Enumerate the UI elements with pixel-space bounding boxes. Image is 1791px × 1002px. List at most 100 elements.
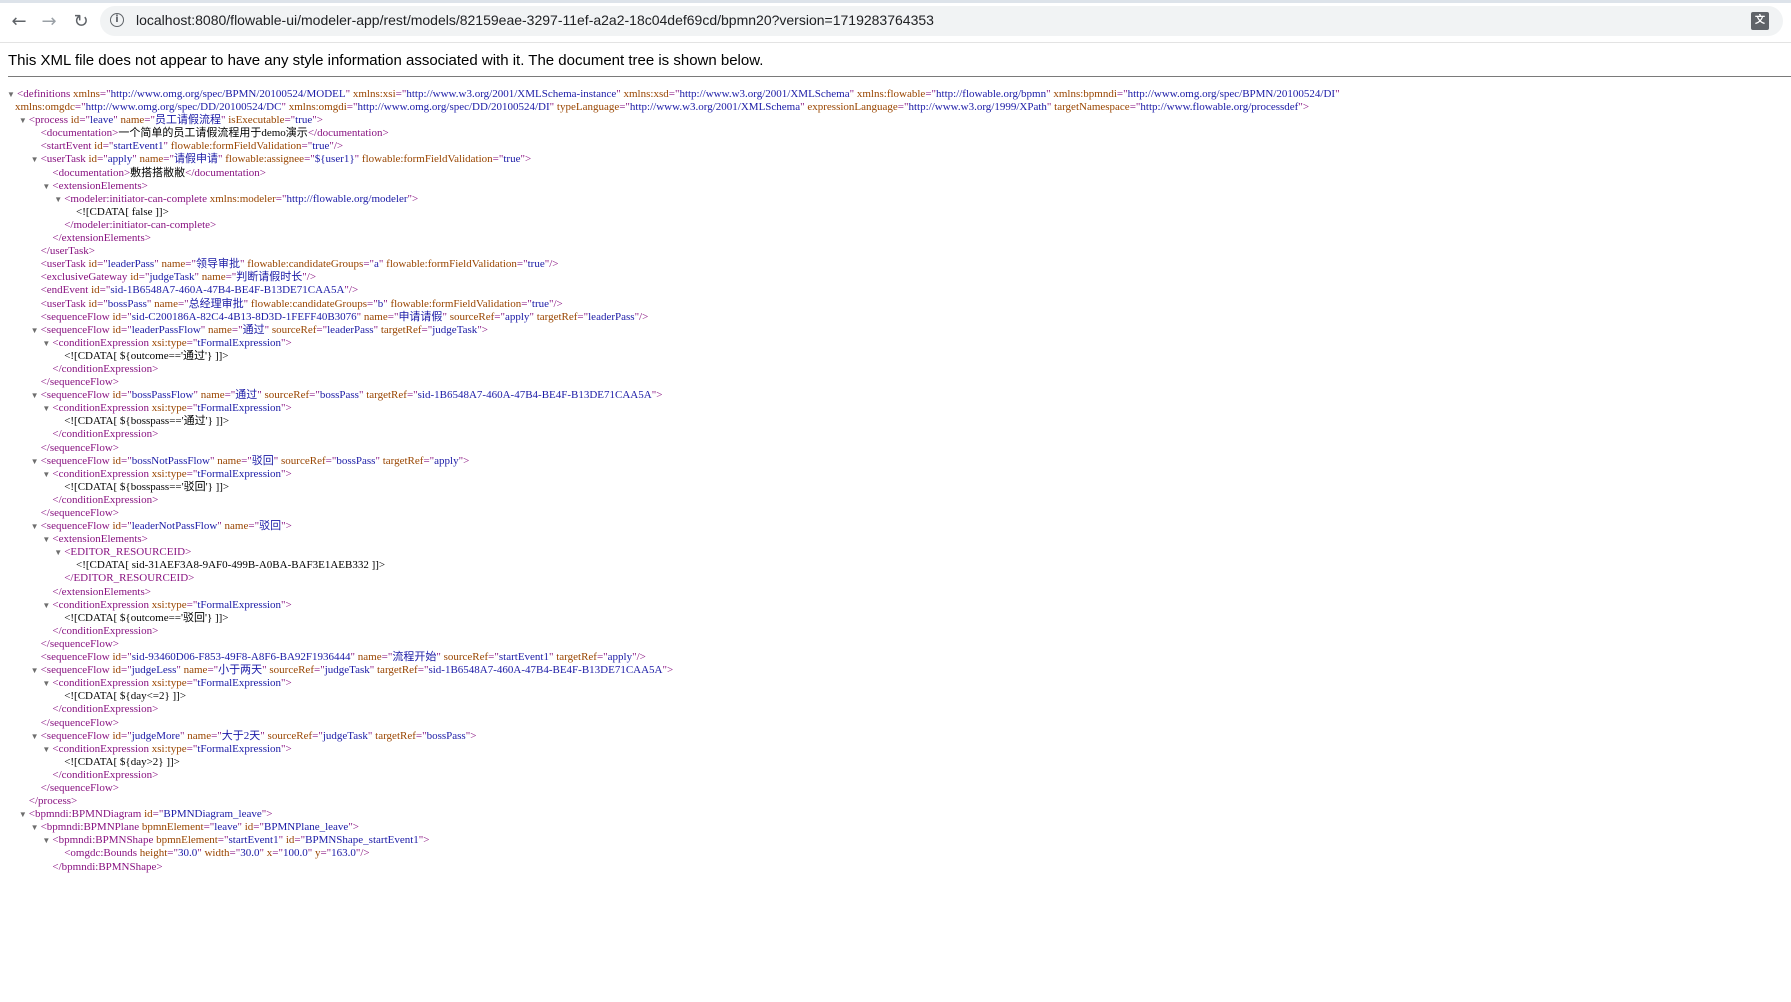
collapse-toggle-icon[interactable]: ▼ [42, 402, 50, 415]
collapse-toggle-icon[interactable]: ▼ [54, 546, 62, 559]
xml-attr-val: http://flowable.org/modeler [286, 192, 408, 205]
xml-line-content: </extensionElements> [52, 232, 151, 245]
xml-attr-val: leaderNotPassFlow [131, 520, 218, 533]
xml-line-content: </conditionExpression> [52, 428, 158, 441]
xml-attr-name: id [94, 140, 103, 153]
xml-tag: <omgdc:Bounds [64, 847, 140, 860]
collapse-toggle-icon[interactable]: ▼ [42, 337, 50, 350]
xml-tag: =" [203, 821, 215, 834]
xml-attr-val: BPMNShape_startEvent1 [305, 834, 419, 847]
xml-attr-val: startEvent1 [113, 140, 164, 153]
xml-tag: </sequenceFlow> [40, 376, 119, 389]
xml-attr-name: width [204, 847, 230, 860]
xml-attr-val: 大于2天 [221, 729, 261, 742]
collapse-toggle-icon[interactable]: ▼ [7, 88, 15, 101]
collapse-toggle-icon[interactable]: ▼ [42, 180, 50, 193]
collapse-toggle-icon[interactable]: ▼ [42, 533, 50, 546]
xml-attr-val: 请假申请 [174, 153, 218, 166]
xml-tag: </conditionExpression> [52, 493, 159, 506]
xml-attr-name: xmlns:omgdi [288, 101, 347, 114]
xml-line: <exclusiveGateway id="judgeTask" name="判… [0, 271, 1791, 284]
xml-tag: </extensionElements> [52, 585, 151, 598]
xml-attr-val: tFormalExpression [197, 336, 282, 349]
xml-attr-name: id [144, 808, 153, 821]
xml-tag: " [193, 389, 201, 402]
xml-attr-name: id [112, 454, 122, 467]
xml-tag: =" [492, 153, 504, 166]
collapse-toggle-icon[interactable]: ▼ [19, 114, 27, 127]
xml-line-content: <modeler:initiator-can-complete xmlns:mo… [64, 193, 418, 206]
xml-line: ▼ <sequenceFlow id="judgeLess" name="小于两天… [0, 664, 1791, 677]
xml-text-node: <![CDATA[ ${outcome=='通过'} ]]> [64, 349, 229, 362]
collapse-toggle-icon[interactable]: ▼ [31, 664, 39, 677]
xml-attr-val: leave [90, 114, 114, 127]
collapse-toggle-icon[interactable]: ▼ [31, 324, 39, 337]
collapse-toggle-icon[interactable]: ▼ [19, 808, 27, 821]
collapse-toggle-icon[interactable]: ▼ [42, 834, 50, 847]
xml-tag: "> [465, 729, 477, 742]
arrow-right-icon[interactable]: → [36, 8, 62, 34]
xml-line: </extensionElements> [0, 586, 1791, 599]
collapse-toggle-icon[interactable]: ▼ [31, 455, 39, 468]
address-bar[interactable]: i localhost:8080/flowable-ui/modeler-app… [100, 6, 1783, 36]
xml-tag: <userTask [40, 258, 89, 271]
xml-tag: "> [477, 323, 489, 336]
xml-line-content: </process> [29, 795, 77, 808]
collapse-toggle-icon[interactable]: ▼ [54, 193, 62, 206]
xml-line: <documentation>一个简单的员工请假流程用于demo演示</docu… [0, 127, 1791, 140]
xml-attr-val: http://www.omg.org/spec/BPMN/20100524/DI [1127, 88, 1336, 100]
xml-attr-name: name [200, 389, 225, 402]
arrow-left-icon[interactable]: ← [6, 8, 32, 34]
translate-icon[interactable]: 文 [1751, 12, 1769, 30]
xml-tag: =" [225, 271, 237, 284]
collapse-toggle-icon[interactable]: ▼ [31, 153, 39, 166]
collapse-toggle-icon[interactable]: ▼ [42, 677, 50, 690]
xml-tag: " [529, 310, 537, 323]
xml-attr-val: judgeTask [324, 664, 370, 677]
xml-tag: " [194, 271, 202, 284]
collapse-toggle-icon[interactable]: ▼ [31, 520, 39, 533]
xml-attr-val: judgeTask [149, 271, 195, 284]
xml-attr-name: id [112, 323, 122, 336]
xml-tag: "/> [549, 297, 563, 310]
xml-attr-val: 判断请假时长 [236, 271, 303, 284]
xml-line-content: xmlns:omgdc="http://www.omg.org/spec/DD/… [15, 101, 1309, 114]
collapse-toggle-icon[interactable]: ▼ [42, 743, 50, 756]
xml-tag: =" [138, 271, 150, 284]
xml-attr-val: bossPassFlow [131, 389, 194, 402]
xml-tag: =" [186, 742, 198, 755]
info-icon[interactable]: i [110, 13, 124, 27]
xml-line-content: </conditionExpression> [52, 363, 158, 376]
xml-line: <![CDATA[ ${outcome=='通过'} ]]> [0, 350, 1791, 363]
xml-tag: "> [651, 389, 663, 402]
collapse-toggle-icon[interactable]: ▼ [31, 389, 39, 402]
xml-text-node: <![CDATA[ ${day<=2} ]]> [64, 690, 187, 703]
collapse-toggle-icon[interactable]: ▼ [42, 599, 50, 612]
xml-attr-name: xmlns:omgdc [15, 101, 75, 114]
xml-line-content: <conditionExpression xsi:type="tFormalEx… [52, 468, 291, 481]
xml-attr-name: sourceRef [281, 454, 326, 467]
xml-tag: =" [152, 808, 164, 821]
collapse-toggle-icon[interactable]: ▼ [31, 730, 39, 743]
xml-tag: </sequenceFlow> [40, 507, 119, 519]
collapse-toggle-icon[interactable]: ▼ [42, 468, 50, 481]
xml-attr-name: id [112, 651, 122, 664]
xml-tag: </conditionExpression> [52, 703, 159, 716]
xml-tag: </process> [28, 795, 78, 808]
collapse-toggle-icon[interactable]: ▼ [31, 821, 39, 834]
xml-tag: =" [619, 101, 630, 114]
xml-tag: " [273, 454, 282, 467]
xml-line-content: </bpmndi:BPMNShape> [52, 861, 162, 874]
xml-tag: "> [520, 153, 532, 166]
xml-line: </conditionExpression> [0, 363, 1791, 376]
reload-icon[interactable]: ↻ [68, 8, 94, 34]
xml-attr-name: id [130, 271, 139, 284]
xml-attr-name: id [112, 310, 122, 323]
url-text[interactable]: localhost:8080/flowable-ui/modeler-app/r… [136, 12, 934, 28]
xml-tag: <sequenceFlow [40, 729, 113, 742]
xml-tag: =" [304, 153, 315, 166]
xml-attr-val: BPMNPlane_leave [263, 821, 349, 834]
xml-tag: "> [458, 454, 470, 467]
xml-line-content: <![CDATA[ ${day>2} ]]> [64, 756, 180, 769]
xml-tag: " [278, 834, 286, 847]
